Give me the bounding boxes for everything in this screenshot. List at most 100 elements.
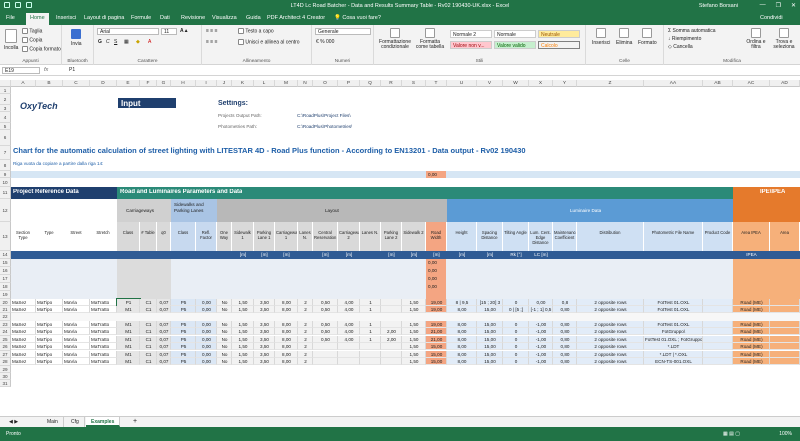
col-heading-cell[interactable]: Parking Lane 2 — [381, 222, 402, 251]
style-normal-2[interactable]: Normale 2 — [450, 30, 492, 38]
table-cell[interactable]: 8 | 9,5 — [447, 299, 477, 306]
table-cell[interactable]: 8,00 — [275, 343, 298, 350]
table-cell[interactable]: M1 — [117, 336, 140, 343]
table-cell[interactable]: Road (ME) — [733, 343, 770, 350]
row-header[interactable]: 30 — [0, 373, 11, 380]
formula-input[interactable]: P1 — [66, 67, 794, 74]
table-cell[interactable]: MaTratto — [90, 328, 117, 335]
table-cell[interactable] — [703, 321, 733, 328]
table-cell[interactable]: No — [217, 358, 232, 365]
table-cell[interactable] — [770, 343, 800, 350]
table-cell[interactable] — [360, 343, 381, 350]
table-cell[interactable]: 8,00 — [447, 321, 477, 328]
table-cell[interactable]: 0,07 — [157, 336, 171, 343]
table-cell[interactable]: MaSez — [11, 336, 36, 343]
table-cell[interactable]: 0,00 — [196, 351, 217, 358]
table-cell[interactable]: 2 — [298, 328, 313, 335]
table-cell[interactable]: No — [217, 306, 232, 313]
tab-review[interactable]: Revisione — [181, 15, 205, 21]
table-cell[interactable]: FotTest 01.OXL — [644, 306, 703, 313]
table-cell[interactable]: 2 — [298, 358, 313, 365]
table-cell[interactable]: 1,50 — [232, 328, 254, 335]
table-cell[interactable] — [770, 358, 800, 365]
table-cell[interactable]: 1,50 — [402, 306, 426, 313]
table-cell[interactable]: MaSez — [11, 306, 36, 313]
align-top-icon[interactable]: ≡ ≡ ≡ — [206, 28, 218, 34]
table-cell[interactable] — [770, 306, 800, 313]
table-cell[interactable]: 1,50 — [402, 321, 426, 328]
table-cell[interactable]: 2 — [298, 343, 313, 350]
table-cell[interactable]: 1 — [360, 321, 381, 328]
table-cell[interactable]: 1,50 — [402, 299, 426, 306]
tell-me-search[interactable]: 💡 Cosa vuoi fare? — [334, 15, 381, 21]
table-cell[interactable]: 21,00 — [426, 336, 447, 343]
prev-sheet-icon[interactable]: ◀ ▶ — [4, 417, 23, 427]
table-cell[interactable]: 0 — [503, 328, 529, 335]
table-cell[interactable]: MaTipo — [36, 336, 63, 343]
col-heading-cell[interactable]: Road Width — [426, 222, 447, 251]
table-cell[interactable]: 15,00 — [477, 306, 503, 313]
column-header[interactable]: V — [477, 80, 503, 87]
table-cell[interactable]: P5 — [171, 299, 196, 306]
column-header[interactable]: G — [157, 80, 171, 87]
table-cell[interactable]: MaVia — [63, 358, 90, 365]
select-all-corner[interactable] — [0, 80, 11, 87]
table-cell[interactable]: 0 — [503, 299, 529, 306]
table-cell[interactable]: FotTest 01.OXL — [644, 321, 703, 328]
table-cell[interactable]: MaVia — [63, 336, 90, 343]
table-cell[interactable]: 2,00 — [381, 328, 402, 335]
table-cell[interactable]: 1 — [360, 336, 381, 343]
table-cell[interactable]: Road (ME) — [733, 336, 770, 343]
table-cell[interactable]: Road (ME) — [733, 358, 770, 365]
row-header[interactable]: 1 — [0, 87, 11, 94]
table-cell[interactable]: 15,00 — [477, 358, 503, 365]
col-heading-cell[interactable]: Maintenance Coefficient — [553, 222, 577, 251]
col-heading-cell[interactable]: Stretch — [90, 222, 117, 251]
table-cell[interactable]: 0,50 — [313, 299, 338, 306]
clear-button[interactable]: ◇ Cancella — [668, 44, 693, 50]
find-select-button[interactable]: Trova e seleziona — [770, 28, 798, 50]
table-cell[interactable]: P5 — [171, 306, 196, 313]
table-cell[interactable] — [703, 306, 733, 313]
table-cell[interactable]: P5 — [171, 351, 196, 358]
column-header[interactable]: AB — [703, 80, 733, 87]
table-cell[interactable]: 4,00 — [338, 299, 360, 306]
column-header[interactable]: W — [503, 80, 529, 87]
user-name[interactable]: Stefano Borsani — [699, 3, 738, 9]
table-cell[interactable]: 15,00 — [426, 351, 447, 358]
table-cell[interactable]: 2 — [298, 336, 313, 343]
column-header[interactable]: P — [338, 80, 360, 87]
table-cell[interactable]: 1 — [360, 328, 381, 335]
col-heading-cell[interactable]: q0 — [157, 222, 171, 251]
table-cell[interactable]: 15,00 — [426, 358, 447, 365]
table-cell[interactable] — [703, 343, 733, 350]
view-mode-icons[interactable]: ▦ ▤ ▢ — [723, 427, 740, 441]
table-cell[interactable]: 1,50 — [232, 351, 254, 358]
table-cell[interactable]: 0,80 — [553, 336, 577, 343]
table-cell[interactable]: 0,50 — [313, 321, 338, 328]
col-heading-cell[interactable]: Central Reservation — [313, 222, 338, 251]
table-cell[interactable]: 19,00 — [426, 306, 447, 313]
table-cell[interactable]: 4,00 — [338, 328, 360, 335]
table-cell[interactable]: 1,50 — [232, 343, 254, 350]
fill-button[interactable]: ↓ Riempimento — [668, 36, 701, 42]
table-cell[interactable] — [381, 351, 402, 358]
table-cell[interactable]: 0,80 — [553, 358, 577, 365]
column-header[interactable]: I — [196, 80, 217, 87]
table-cell[interactable]: 3,50 — [254, 358, 275, 365]
row-header[interactable]: 17 — [0, 275, 11, 283]
table-cell[interactable]: MaTipo — [36, 306, 63, 313]
table-cell[interactable]: 0,8 — [553, 299, 577, 306]
underline-button[interactable]: S — [114, 39, 117, 45]
table-cell[interactable]: MaTratto — [90, 343, 117, 350]
table-cell[interactable] — [770, 321, 800, 328]
table-cell[interactable]: MaVia — [63, 299, 90, 306]
row-header[interactable]: 25 — [0, 336, 11, 343]
table-cell[interactable]: P1 — [116, 298, 141, 307]
column-header[interactable]: J — [217, 80, 232, 87]
tab-page-layout[interactable]: Layout di pagina — [84, 15, 124, 21]
table-cell[interactable]: No — [217, 299, 232, 306]
table-cell[interactable]: 15,00 — [477, 336, 503, 343]
fill-color-icon[interactable]: ◆ — [136, 39, 140, 45]
table-cell[interactable]: 3,50 — [254, 306, 275, 313]
